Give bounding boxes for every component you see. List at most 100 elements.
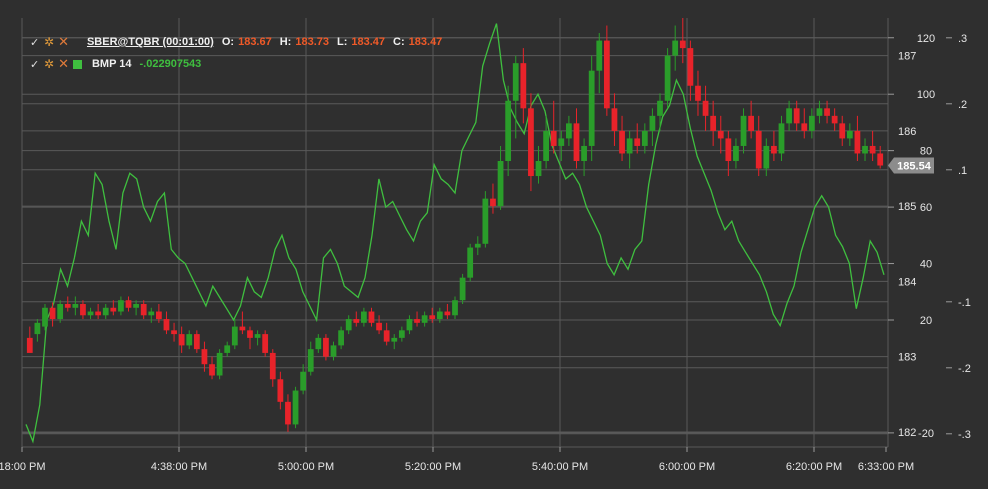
gear-icon[interactable]: ✲ (44, 35, 54, 49)
candle-body (444, 311, 451, 316)
price-tick-label: 184 (898, 276, 916, 288)
candle-body (376, 322, 382, 331)
price-tick-label: 187 (898, 51, 916, 63)
candle-body (793, 108, 800, 124)
candle-body (110, 307, 117, 312)
candle-body (626, 138, 633, 154)
chart-background (0, 0, 988, 489)
candle-body (664, 55, 671, 101)
candle-body (239, 326, 246, 331)
time-tick-label: 5:00:00 PM (278, 461, 334, 473)
time-tick-label: 5:20:00 PM (405, 461, 461, 473)
candle-body (338, 330, 344, 346)
candle-body (330, 345, 337, 357)
candle-body (877, 153, 884, 166)
candle-body (34, 322, 41, 335)
candle-body (839, 123, 846, 139)
candle-body (649, 115, 656, 131)
candle-body (801, 123, 808, 131)
time-tick-label: 4:38:00 PM (151, 461, 207, 473)
candle-body (657, 100, 663, 116)
candle-body (87, 311, 94, 316)
close-icon[interactable]: ✕ (58, 56, 69, 72)
candle-body (193, 334, 200, 350)
candle-body (163, 319, 170, 331)
candle-body (148, 311, 155, 316)
candle-body (414, 319, 420, 323)
close-value: 183.47 (408, 36, 443, 48)
candle-body (277, 379, 284, 402)
candle-body (125, 300, 132, 308)
osc-b-tick-label: -.3 (958, 429, 971, 441)
candle-body (323, 337, 329, 357)
last-price-label: 185.54 (897, 161, 932, 173)
candle-body (247, 330, 253, 338)
candle-body (740, 115, 747, 146)
time-tick-label: 6:20:00 PM (786, 461, 842, 473)
high-value: 183.73 (295, 36, 329, 48)
candle-body (307, 349, 314, 372)
candle-body (49, 307, 56, 320)
low-value: 183.47 (351, 36, 386, 48)
candle-body (831, 115, 838, 124)
osc-b-tick-label: -.2 (958, 363, 971, 375)
osc-a-tick-label: -20 (918, 428, 934, 440)
indicator-value: -.022907543 (139, 58, 202, 70)
candle-body (26, 337, 33, 353)
visibility-check-icon[interactable]: ✓ (30, 36, 40, 49)
open-value: 183.67 (238, 36, 272, 48)
osc-a-tick-label: 120 (917, 33, 935, 45)
candle-body (140, 304, 147, 316)
candle-body (816, 108, 823, 116)
candle-body (72, 304, 79, 308)
osc-a-tick-label: 80 (920, 146, 932, 158)
candle-body (292, 390, 299, 425)
candle-body (201, 349, 208, 365)
indicator-title[interactable]: BMP 14 (92, 58, 132, 70)
candle-body (80, 304, 86, 316)
osc-b-tick-label: .3 (958, 33, 967, 45)
high-label: H: (279, 36, 292, 48)
candle-body (285, 401, 291, 425)
legend-row-price: ✓ ✲ ✕ SBER@TQBR (00:01:00) O: 183.67 H: … (30, 34, 442, 50)
candle-body (467, 247, 474, 278)
close-icon[interactable]: ✕ (58, 34, 69, 50)
candle-body (581, 145, 587, 161)
candle-body (702, 100, 709, 116)
candle-body (452, 300, 458, 316)
price-tick-label: 182 (898, 427, 916, 439)
candle-body (869, 145, 876, 154)
candle-body (262, 334, 269, 353)
series-title[interactable]: SBER@TQBR (00:01:00) (87, 36, 214, 48)
candle-body (588, 70, 595, 146)
candle-body (353, 319, 360, 323)
candle-body (771, 145, 777, 154)
gear-icon[interactable]: ✲ (44, 57, 54, 71)
price-tick-label: 186 (898, 126, 916, 138)
candle-body (254, 334, 261, 338)
candle-body (505, 100, 512, 161)
candle-body (383, 330, 390, 342)
candle-body (543, 130, 550, 161)
low-label: L: (337, 36, 348, 48)
candle-body (490, 198, 496, 207)
candle-body (512, 63, 519, 101)
price-tick-label: 183 (898, 352, 916, 364)
osc-b-tick-label: -.1 (958, 297, 971, 309)
candle-body (672, 40, 679, 56)
close-label: C: (393, 36, 405, 48)
candle-body (300, 371, 307, 391)
time-tick-label: 5:40:00 PM (532, 461, 588, 473)
candle-body (596, 40, 603, 71)
price-chart[interactable]: 187 186 185 184 183 182 120 100 80 60 40 20 -20 .3 .2.… (0, 0, 988, 489)
candle-body (42, 307, 48, 327)
time-tick-label: 18:00 PM (0, 461, 46, 473)
candle-body (171, 330, 177, 335)
candle-body (95, 311, 102, 316)
candle-body (345, 319, 352, 331)
candle-body (862, 145, 868, 154)
candle-body (421, 315, 428, 323)
visibility-check-icon[interactable]: ✓ (30, 58, 40, 71)
candle-body (558, 138, 565, 146)
candle-body (57, 304, 64, 320)
